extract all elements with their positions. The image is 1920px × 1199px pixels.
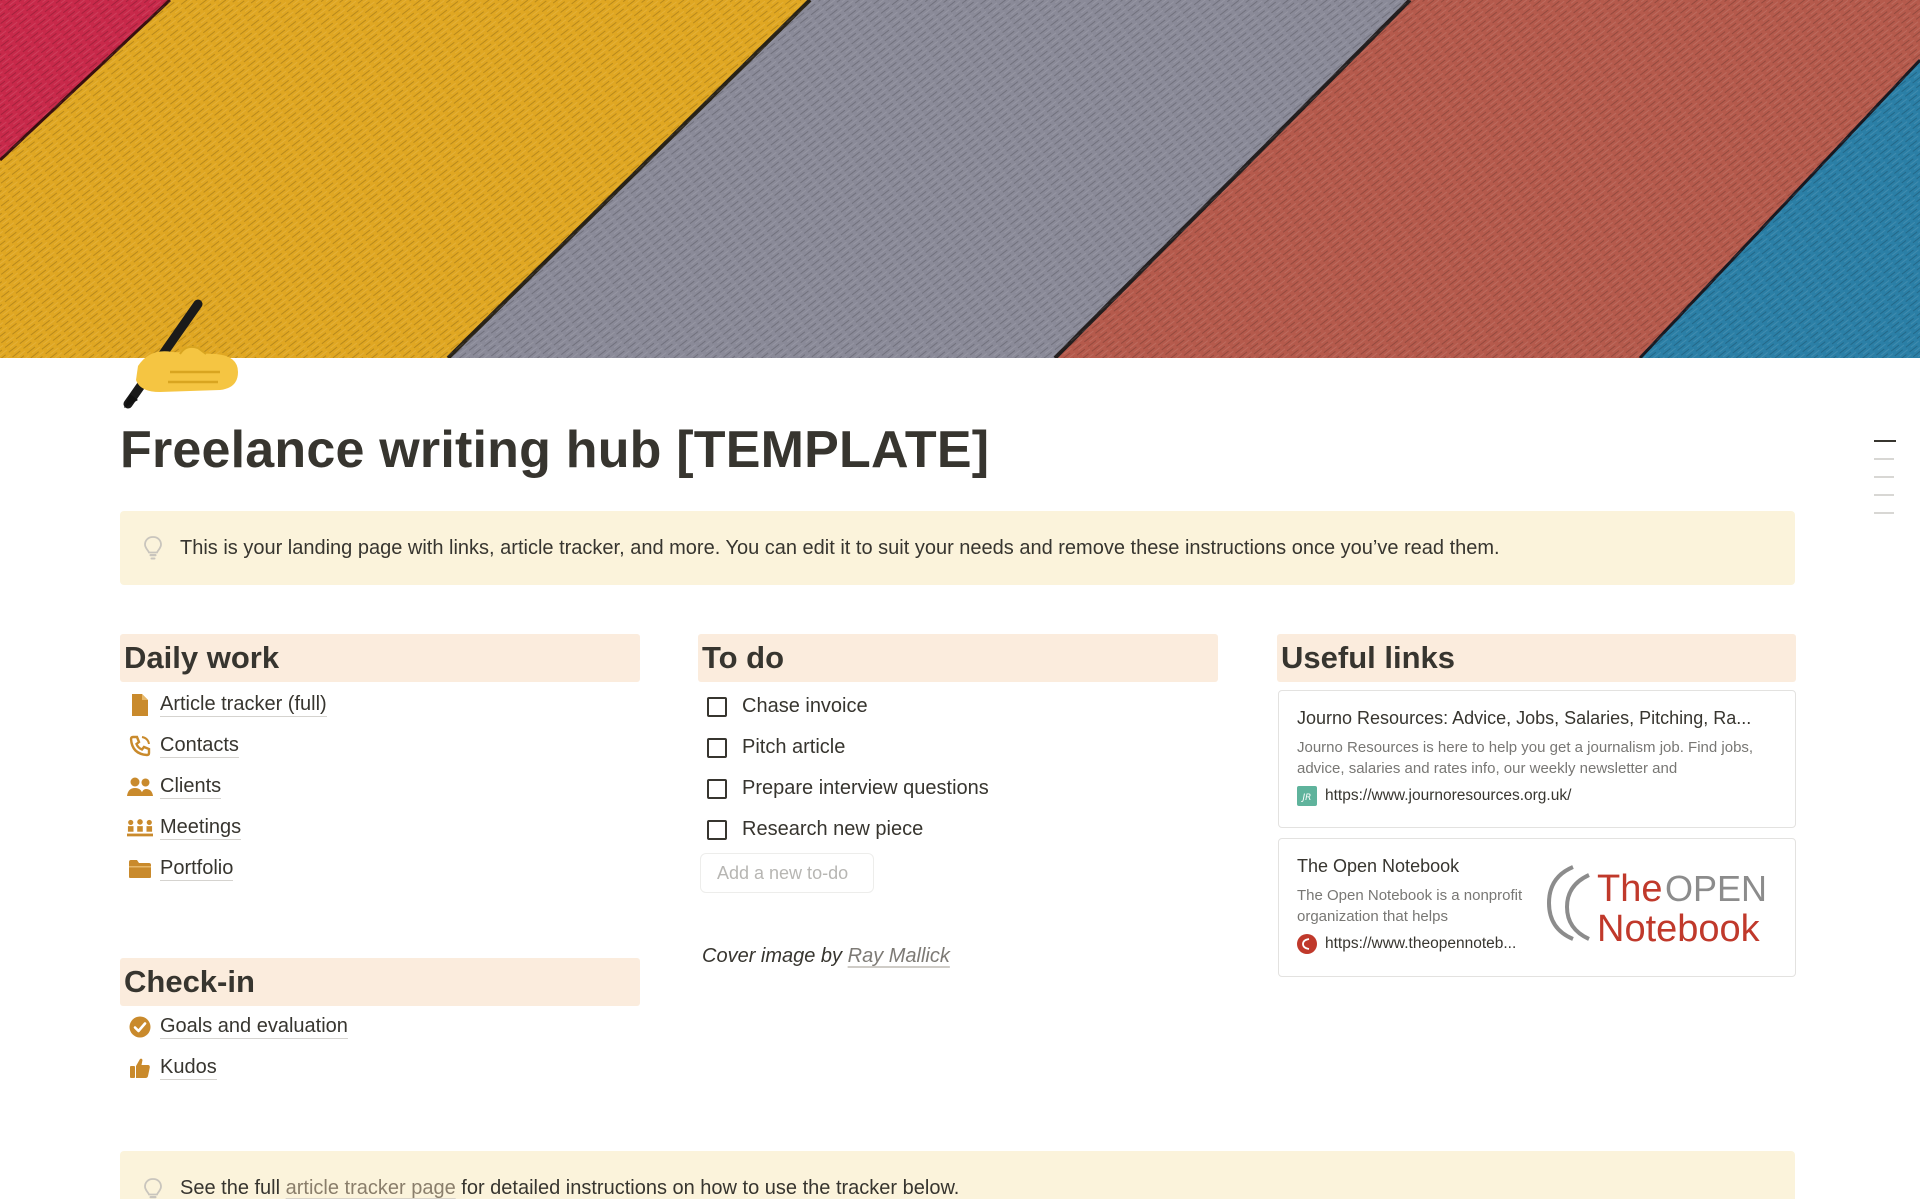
to-do-label[interactable]: Pitch article	[742, 736, 845, 759]
bookmark-open-notebook[interactable]: The Open Notebook The Open Notebook is a…	[1278, 838, 1796, 977]
bookmark-url-row[interactable]: https://www.theopennoteb...	[1297, 934, 1535, 954]
bookmark-title[interactable]: Journo Resources: Advice, Jobs, Salaries…	[1297, 708, 1777, 729]
instructions-callout: This is your landing page with links, ar…	[120, 511, 1795, 585]
group-icon	[127, 815, 153, 841]
bookmark-description: The Open Notebook is a nonprofit organiz…	[1297, 887, 1523, 925]
article-tracker-page-link[interactable]: article tracker page	[286, 1177, 456, 1199]
daily-work-heading[interactable]: Daily work	[120, 634, 640, 682]
tracker-callout: See the full article tracker page for de…	[120, 1151, 1795, 1199]
toc-line[interactable]	[1874, 458, 1894, 460]
to-do-checkbox[interactable]	[707, 778, 727, 799]
bookmark-url[interactable]: https://www.theopennoteb...	[1325, 935, 1516, 953]
add-to-do-button[interactable]: Add a new to-do	[700, 853, 874, 893]
to-do-list: Chase invoice Pitch article Prepare inte…	[700, 686, 989, 850]
page-link-label[interactable]: Article tracker (full)	[160, 692, 327, 717]
cover-credit: Cover image by Ray Mallick	[702, 945, 950, 968]
to-do-item[interactable]: Prepare interview questions	[700, 768, 989, 809]
page-link-label[interactable]: Portfolio	[160, 856, 234, 881]
favicon-text: JR	[1301, 793, 1312, 803]
callout-suffix: for detailed instructions on how to use …	[461, 1177, 960, 1199]
phone-icon	[127, 733, 153, 759]
page-link-label[interactable]: Kudos	[160, 1055, 217, 1080]
lightbulb-icon	[144, 1178, 162, 1199]
to-do-item[interactable]: Pitch article	[700, 727, 989, 768]
document-icon	[127, 692, 153, 718]
page-link-kudos[interactable]: Kudos	[122, 1047, 348, 1088]
cover-credit-prefix: Cover image by	[702, 945, 843, 967]
callout-text: See the full article tracker page for de…	[180, 1177, 959, 1199]
to-do-item[interactable]: Research new piece	[700, 809, 989, 850]
to-do-label[interactable]: Chase invoice	[742, 695, 868, 718]
useful-links-heading[interactable]: Useful links	[1277, 634, 1796, 682]
bookmark-journo-resources[interactable]: Journo Resources: Advice, Jobs, Salaries…	[1278, 690, 1796, 828]
to-do-checkbox[interactable]	[707, 737, 727, 758]
to-do-checkbox[interactable]	[707, 696, 727, 717]
page-link-meetings[interactable]: Meetings	[122, 807, 327, 848]
toc-line[interactable]	[1874, 512, 1894, 514]
thumbs-up-icon	[127, 1055, 153, 1081]
page-link-article-tracker[interactable]: Article tracker (full)	[122, 684, 327, 725]
check-in-heading[interactable]: Check-in	[120, 958, 640, 1006]
page-link-goals[interactable]: Goals and evaluation	[122, 1006, 348, 1047]
logo-the: The	[1597, 868, 1662, 910]
toc-line[interactable]	[1874, 494, 1894, 496]
to-do-heading[interactable]: To do	[698, 634, 1218, 682]
page-link-label[interactable]: Contacts	[160, 733, 239, 758]
bookmark-url[interactable]: https://www.journoresources.org.uk/	[1325, 787, 1571, 805]
open-notebook-logo: The OPEN Notebook	[1546, 865, 1767, 949]
page-link-clients[interactable]: Clients	[122, 766, 327, 807]
callout-text: This is your landing page with links, ar…	[180, 536, 1500, 559]
people-icon	[127, 774, 153, 800]
page-link-portfolio[interactable]: Portfolio	[122, 848, 327, 889]
bookmark-description: Journo Resources is here to help you get…	[1297, 739, 1754, 777]
check-circle-icon	[127, 1014, 153, 1040]
cover-credit-author-link[interactable]: Ray Mallick	[848, 945, 950, 967]
to-do-label[interactable]: Prepare interview questions	[742, 777, 989, 800]
daily-work-list: Article tracker (full) Contacts Clients …	[122, 684, 327, 889]
bookmark-url-row[interactable]: JR https://www.journoresources.org.uk/	[1297, 786, 1777, 806]
journo-resources-favicon-icon: JR	[1297, 786, 1317, 806]
writing-hand-icon[interactable]	[120, 296, 244, 412]
page-link-label[interactable]: Clients	[160, 774, 222, 799]
toc-line[interactable]	[1874, 476, 1894, 478]
page-link-contacts[interactable]: Contacts	[122, 725, 327, 766]
logo-notebook: Notebook	[1597, 908, 1761, 949]
lightbulb-icon	[144, 536, 162, 560]
folder-icon	[127, 856, 153, 882]
page-link-label[interactable]: Meetings	[160, 815, 242, 840]
to-do-item[interactable]: Chase invoice	[700, 686, 989, 727]
open-notebook-favicon-icon	[1297, 934, 1317, 954]
page-link-label[interactable]: Goals and evaluation	[160, 1014, 348, 1039]
bookmark-title[interactable]: The Open Notebook	[1297, 856, 1535, 877]
callout-prefix: See the full	[180, 1177, 281, 1199]
logo-open: OPEN	[1665, 868, 1767, 909]
table-of-contents-minimap[interactable]	[1874, 440, 1896, 530]
to-do-checkbox[interactable]	[707, 819, 727, 840]
page-title[interactable]: Freelance writing hub [TEMPLATE]	[120, 420, 989, 480]
to-do-label[interactable]: Research new piece	[742, 818, 923, 841]
check-in-list: Goals and evaluation Kudos	[122, 1006, 348, 1088]
toc-line[interactable]	[1874, 440, 1896, 442]
cover-image	[0, 0, 1920, 358]
